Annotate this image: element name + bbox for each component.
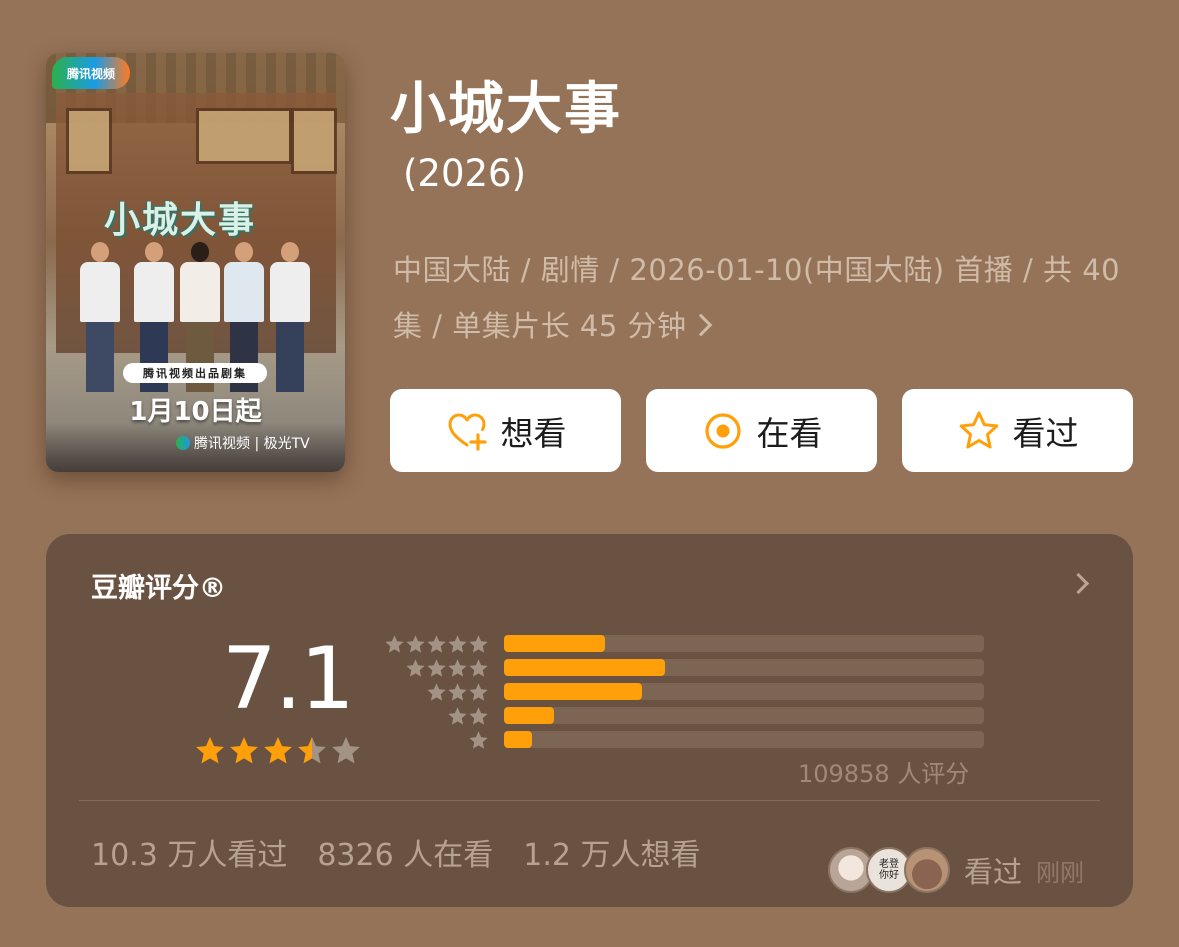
watch-counts: 10.3 万人看过 8326 人在看 1.2 万人想看 — [91, 830, 700, 874]
poster-figure — [270, 242, 310, 392]
rating-bar-fill — [504, 659, 665, 676]
star-icon — [406, 659, 425, 677]
rating-bar-track — [504, 731, 984, 748]
star-icon — [448, 659, 467, 677]
chevron-right-icon — [689, 313, 712, 337]
star-icon — [448, 635, 467, 653]
watched-label: 看过 — [1012, 413, 1079, 453]
star-filled-icon — [196, 737, 224, 764]
poster-date: 1月10日起 — [129, 397, 262, 427]
rating-bar-track — [504, 683, 984, 700]
divider — [79, 800, 1100, 801]
watched-count: 10.3 万人看过 — [91, 838, 288, 873]
raters-count: 109858 人评分 — [798, 760, 970, 788]
star-outline-icon — [959, 411, 998, 448]
poster-figure — [80, 242, 120, 392]
poster-image[interactable]: 腾讯视频 小城大事 腾讯视频出品剧集 1月10日起 腾讯视频 | 极光TV — [46, 53, 345, 472]
friend-status: 看过 — [964, 855, 1023, 889]
friend-time: 刚刚 — [1036, 858, 1085, 887]
want-to-watch-button[interactable]: 想看 — [390, 389, 621, 472]
heart-plus-icon — [448, 413, 487, 451]
play-icon — [176, 436, 190, 450]
watching-label: 在看 — [756, 413, 823, 453]
watching-count: 8326 人在看 — [317, 838, 494, 873]
star-icon — [448, 683, 467, 701]
rating-bar-fill — [504, 707, 555, 724]
target-icon — [704, 412, 741, 449]
star-icon — [427, 659, 446, 677]
star-filled-icon — [264, 737, 292, 764]
poster-platforms-text: 腾讯视频 | 极光TV — [194, 436, 310, 452]
friend-activity[interactable]: 老登 你好 看过 刚刚 — [828, 847, 1084, 893]
poster-badge: 腾讯视频出品剧集 — [123, 363, 267, 383]
rating-bar-track — [504, 707, 984, 724]
star-icon — [469, 635, 488, 653]
star-icon — [469, 731, 488, 749]
want-to-watch-label: 想看 — [500, 413, 567, 453]
show-meta-text: 中国大陆 / 剧情 / 2026-01-10(中国大陆) 首播 / 共 40 集… — [393, 253, 1121, 343]
star-icon — [406, 635, 425, 653]
star-icon — [427, 635, 446, 653]
star-icon — [385, 635, 404, 653]
rating-row-stars — [426, 682, 489, 703]
star-icon — [469, 659, 488, 677]
poster-window — [291, 108, 337, 174]
star-empty-icon — [332, 737, 360, 764]
chevron-right-icon[interactable] — [1067, 572, 1090, 595]
poster-window — [196, 108, 292, 164]
rating-row-stars — [405, 658, 489, 679]
watching-button[interactable]: 在看 — [646, 389, 877, 472]
rating-bar-track — [504, 659, 984, 676]
show-year: (2026) — [403, 152, 527, 195]
want-count: 1.2 万人想看 — [523, 838, 701, 873]
rating-card[interactable]: 豆瓣评分® 7.1 109858 人评分 10.3 万人看过 8326 人在看 … — [46, 534, 1133, 907]
rating-row-stars — [447, 706, 489, 727]
rating-bar-fill — [504, 683, 643, 700]
show-meta[interactable]: 中国大陆 / 剧情 / 2026-01-10(中国大陆) 首播 / 共 40 集… — [393, 242, 1133, 354]
show-title: 小城大事 — [390, 77, 622, 142]
star-half-icon — [298, 737, 326, 764]
rating-row-stars — [468, 730, 489, 751]
avatar — [904, 847, 950, 893]
rating-title: 豆瓣评分® — [91, 573, 226, 604]
star-icon — [448, 707, 467, 725]
rating-bar-fill — [504, 731, 532, 748]
rating-bar-fill — [504, 635, 605, 652]
tencent-video-logo: 腾讯视频 — [52, 57, 130, 89]
poster-window — [66, 108, 112, 174]
star-icon — [427, 683, 446, 701]
star-icon — [469, 683, 488, 701]
poster-title: 小城大事 — [104, 200, 257, 241]
poster-platforms: 腾讯视频 | 极光TV — [176, 433, 310, 453]
rating-stars — [194, 735, 362, 767]
star-filled-icon — [230, 737, 258, 764]
watched-button[interactable]: 看过 — [902, 389, 1133, 472]
rating-bar-track — [504, 635, 984, 652]
rating-row-stars — [384, 634, 489, 655]
star-icon — [469, 707, 488, 725]
rating-score: 7.1 — [222, 629, 355, 729]
